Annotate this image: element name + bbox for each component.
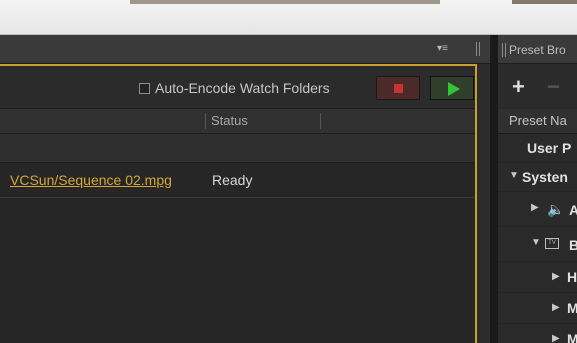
queue-toolbar: Auto-Encode Watch Folders xyxy=(0,66,475,109)
tree-row-system-presets[interactable]: ▼ Systen xyxy=(498,163,577,192)
tree-row-audio[interactable]: ▶ 🔈 A xyxy=(498,192,577,227)
tree-label: M xyxy=(567,331,577,343)
play-icon xyxy=(448,82,460,96)
preset-browser-tab[interactable]: Preset Bro xyxy=(509,43,566,57)
column-separator[interactable] xyxy=(205,113,206,129)
preset-browser-tabbar: Preset Bro xyxy=(498,35,577,64)
add-preset-icon[interactable]: + xyxy=(512,74,525,100)
tree-row-sub[interactable]: ▶ H xyxy=(498,262,577,293)
tree-label: M xyxy=(567,300,577,316)
queue-group-row[interactable] xyxy=(0,134,475,163)
tree-label: B xyxy=(569,237,577,253)
expanded-arrow-icon[interactable]: ▼ xyxy=(531,237,541,248)
queue-item-row[interactable]: VCSun/Sequence 02.mpg Ready xyxy=(0,163,475,198)
collapsed-arrow-icon[interactable]: ▶ xyxy=(552,333,560,343)
queue-panel: ▾≡ Auto-Encode Watch Folders Status VCSu… xyxy=(0,35,490,343)
panel-grip-icon[interactable] xyxy=(501,43,507,57)
tree-row-sub[interactable]: ▶ M xyxy=(498,293,577,324)
stage: ▾≡ Auto-Encode Watch Folders Status VCSu… xyxy=(0,0,577,343)
preset-toolbar: + − xyxy=(498,64,577,108)
status-column-header[interactable]: Status xyxy=(211,113,248,128)
auto-encode-control[interactable]: Auto-Encode Watch Folders xyxy=(139,80,330,96)
background-window-sliver xyxy=(512,0,577,4)
panel-menu-icon[interactable]: ▾≡ xyxy=(437,44,459,54)
tree-label: User P xyxy=(527,140,572,156)
tree-label: H xyxy=(567,269,577,285)
tv-icon: TV xyxy=(545,238,559,249)
collapsed-arrow-icon[interactable]: ▶ xyxy=(552,271,560,282)
expanded-arrow-icon[interactable]: ▼ xyxy=(509,170,519,181)
queue-panel-tabbar: ▾≡ xyxy=(0,35,490,64)
output-file-link[interactable]: VCSun/Sequence 02.mpg xyxy=(10,172,172,188)
tree-row-sub[interactable]: ▶ M xyxy=(498,324,577,343)
preset-name-column-header[interactable]: Preset Na xyxy=(509,113,567,128)
tree-label: A xyxy=(569,202,577,218)
collapsed-arrow-icon[interactable]: ▶ xyxy=(531,202,539,213)
preset-column-header: Preset Na xyxy=(498,109,577,134)
column-separator[interactable] xyxy=(320,113,321,129)
speaker-icon: 🔈 xyxy=(547,201,565,217)
auto-encode-checkbox[interactable] xyxy=(139,82,150,94)
background-window-sliver xyxy=(130,0,440,4)
tree-row-broadcast[interactable]: ▼ TV B xyxy=(498,227,577,262)
start-queue-button[interactable] xyxy=(430,76,474,100)
queue-body: Auto-Encode Watch Folders Status VCSun/S… xyxy=(0,64,477,343)
item-status: Ready xyxy=(212,172,253,188)
preset-browser-panel: Preset Bro + − Preset Na User P ▼ Systen… xyxy=(498,35,577,343)
queue-column-header: Status xyxy=(0,109,475,134)
panel-divider[interactable] xyxy=(490,35,498,343)
tree-row-user-presets[interactable]: User P xyxy=(498,134,577,163)
collapsed-arrow-icon[interactable]: ▶ xyxy=(552,302,560,313)
auto-encode-label[interactable]: Auto-Encode Watch Folders xyxy=(155,80,330,96)
remove-preset-icon[interactable]: − xyxy=(547,74,560,100)
title-band xyxy=(0,0,577,35)
stop-queue-button[interactable] xyxy=(376,76,420,100)
stop-icon xyxy=(394,84,403,93)
tree-label: Systen xyxy=(522,169,568,185)
panel-grip-icon[interactable] xyxy=(475,42,481,56)
